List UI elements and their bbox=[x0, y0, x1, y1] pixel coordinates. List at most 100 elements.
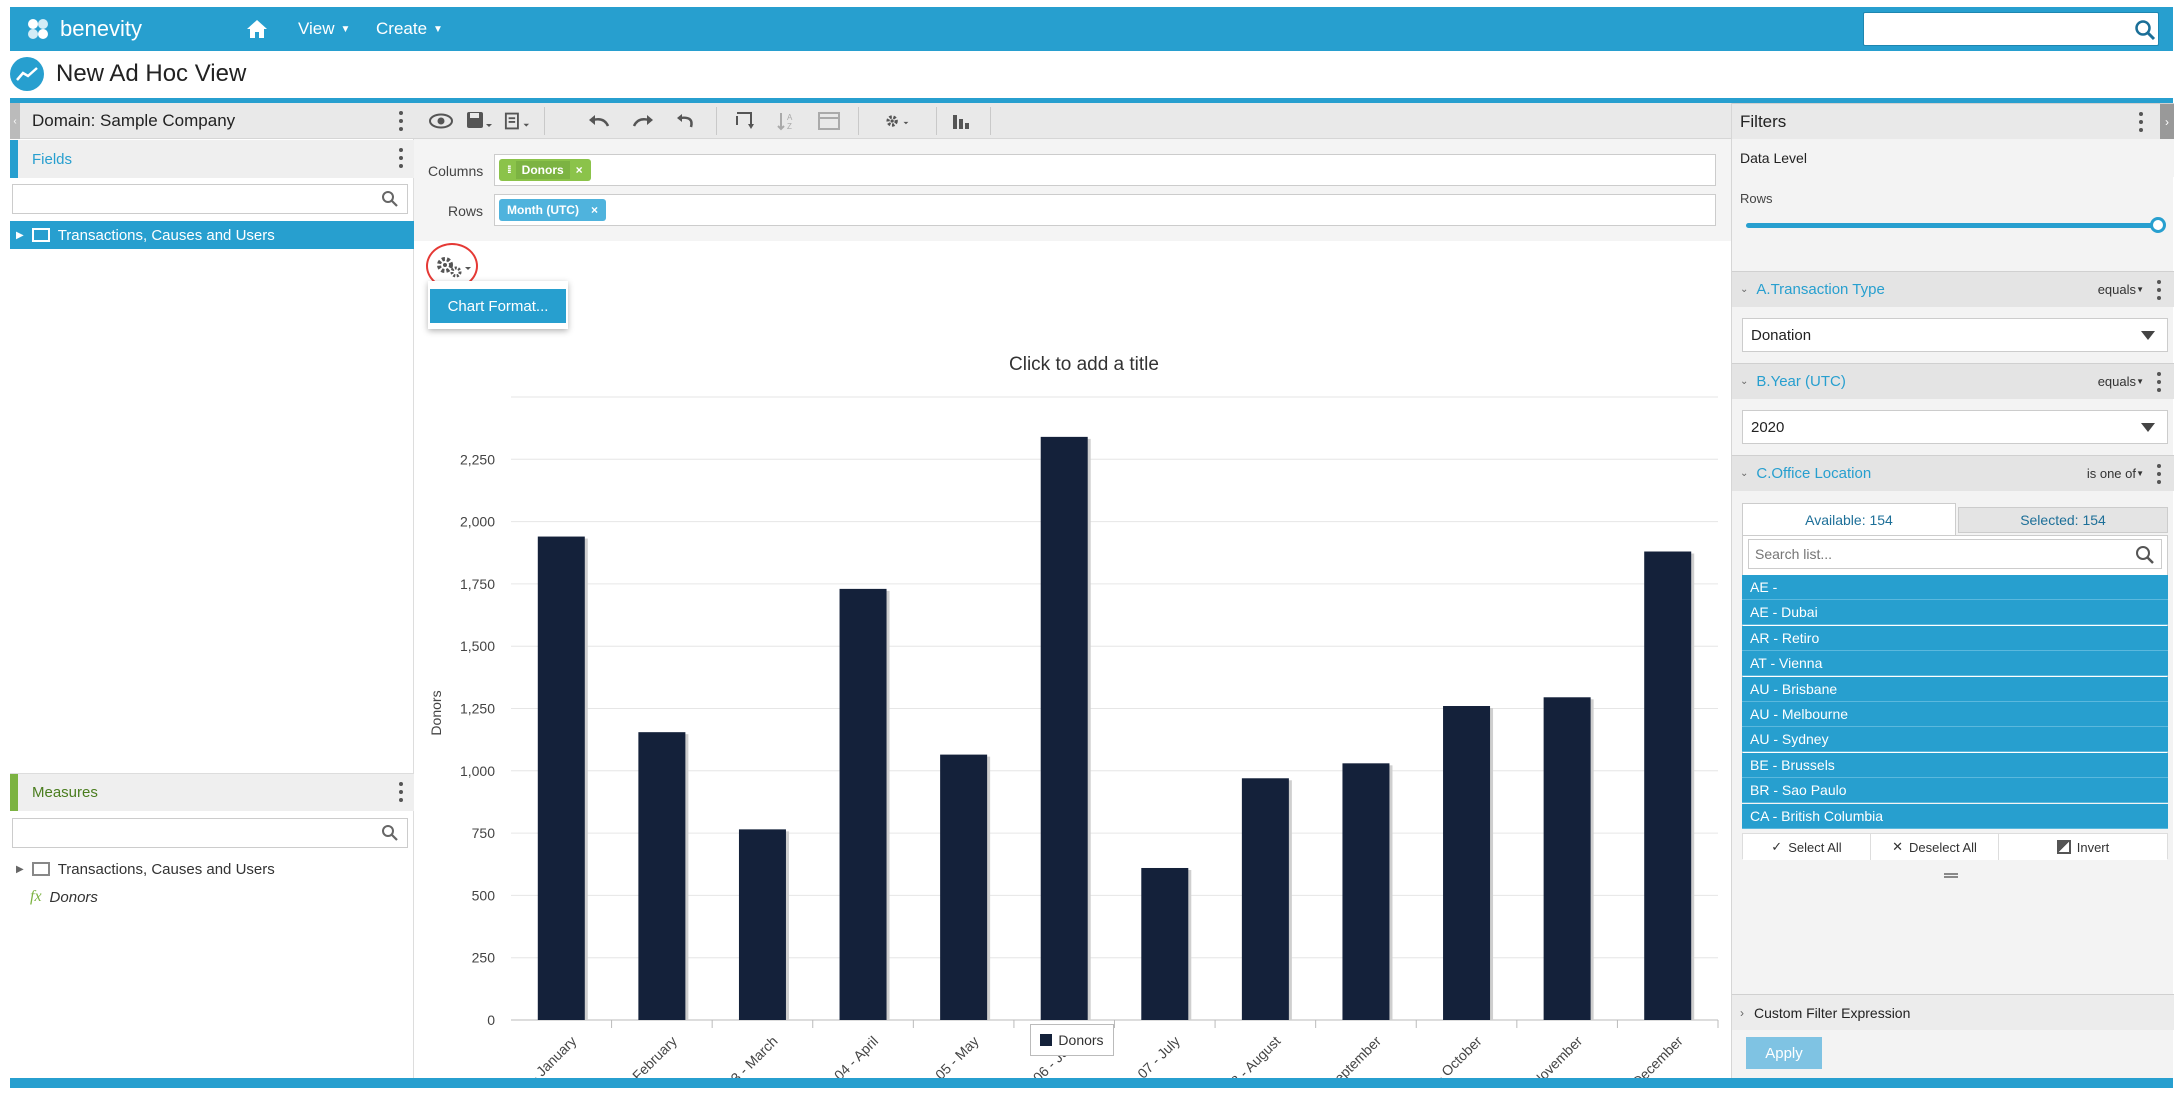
office-list-item[interactable]: CA - British Columbia bbox=[1742, 803, 2168, 829]
apply-button[interactable]: Apply bbox=[1746, 1037, 1822, 1069]
deselect-all-button[interactable]: ✕ Deselect All bbox=[1871, 834, 1999, 860]
fields-search-input[interactable] bbox=[13, 185, 373, 213]
transaction-type-select[interactable]: Donation bbox=[1742, 318, 2168, 352]
bar[interactable] bbox=[1644, 551, 1692, 1020]
custom-filter-label: Custom Filter Expression bbox=[1754, 1004, 1911, 1021]
chevron-down-icon: ▼ bbox=[2136, 285, 2144, 294]
remove-pill-icon[interactable]: × bbox=[576, 163, 583, 177]
bar[interactable] bbox=[940, 754, 988, 1020]
office-list-item[interactable]: AR - Retiro bbox=[1742, 625, 2168, 651]
office-list-item[interactable]: AE - bbox=[1742, 575, 2168, 600]
search-icon[interactable] bbox=[2134, 19, 2156, 41]
tree-item-transactions[interactable]: ▶ Transactions, Causes and Users bbox=[10, 221, 414, 249]
office-search-input[interactable] bbox=[1749, 540, 2119, 568]
office-list-item[interactable]: BE - Brussels bbox=[1742, 752, 2168, 778]
office-list-item[interactable]: AU - Brisbane bbox=[1742, 676, 2168, 702]
filter-transaction-type-header[interactable]: ⌄ A.Transaction Type equals ▼ bbox=[1732, 271, 2174, 307]
sort-icon[interactable]: AZ bbox=[774, 109, 800, 133]
rows-well[interactable]: Month (UTC) × bbox=[494, 194, 1716, 226]
save-icon[interactable] bbox=[466, 109, 492, 133]
tree-item-label: Transactions, Causes and Users bbox=[57, 226, 275, 244]
search-icon[interactable] bbox=[381, 190, 399, 208]
measure-tree-transactions[interactable]: ▶ Transactions, Causes and Users bbox=[10, 855, 414, 883]
chart-legend[interactable]: Donors bbox=[1030, 1024, 1114, 1056]
bar[interactable] bbox=[1342, 763, 1390, 1020]
redo-icon[interactable] bbox=[630, 109, 656, 133]
filter-operator[interactable]: equals bbox=[2098, 282, 2136, 297]
bar[interactable] bbox=[638, 732, 686, 1020]
remove-pill-icon[interactable]: × bbox=[591, 203, 598, 217]
chevron-down-icon[interactable]: ⌄ bbox=[1740, 468, 1748, 479]
rows-slider-handle[interactable] bbox=[2150, 217, 2166, 233]
home-button[interactable] bbox=[246, 7, 268, 51]
expand-arrow-icon[interactable]: ▶ bbox=[16, 230, 24, 241]
select-all-button[interactable]: ✓ Select All bbox=[1743, 834, 1871, 860]
rows-slider-track[interactable] bbox=[1746, 223, 2154, 228]
filter-operator[interactable]: is one of bbox=[2087, 466, 2136, 481]
collapse-left-icon[interactable]: ‹ bbox=[10, 103, 20, 139]
bar[interactable] bbox=[1241, 778, 1289, 1020]
filter-menu-icon[interactable] bbox=[2156, 280, 2162, 300]
create-menu[interactable]: Create ▼ bbox=[376, 7, 443, 51]
invert-button[interactable]: Invert bbox=[1999, 834, 2167, 860]
fields-menu-icon[interactable] bbox=[398, 148, 404, 168]
bar[interactable] bbox=[1443, 706, 1491, 1020]
undo-all-icon[interactable] bbox=[674, 109, 700, 133]
filter-year-header[interactable]: ⌄ B.Year (UTC) equals ▼ bbox=[1732, 363, 2174, 399]
filter-menu-icon[interactable] bbox=[2156, 372, 2162, 392]
bar[interactable] bbox=[1040, 436, 1088, 1020]
custom-filter-expression[interactable]: › Custom Filter Expression bbox=[1732, 994, 2174, 1030]
eye-icon[interactable] bbox=[428, 109, 454, 133]
undo-icon[interactable] bbox=[586, 109, 612, 133]
office-list-item[interactable]: AU - Melbourne bbox=[1742, 702, 2168, 727]
collapse-right-icon[interactable]: › bbox=[2160, 104, 2174, 140]
global-search-input[interactable] bbox=[1863, 12, 2159, 46]
view-menu[interactable]: View ▼ bbox=[298, 7, 350, 51]
fields-search[interactable] bbox=[12, 184, 408, 214]
toolbar-separator bbox=[936, 107, 937, 135]
column-pill-donors[interactable]: ⁞⁞ Donors × bbox=[499, 159, 591, 181]
settings-icon[interactable] bbox=[884, 109, 910, 133]
bar[interactable] bbox=[1141, 867, 1189, 1020]
expand-arrow-icon[interactable]: ▶ bbox=[16, 864, 24, 875]
filters-menu-icon[interactable] bbox=[2138, 112, 2144, 132]
office-list-item[interactable]: AE - Dubai bbox=[1742, 600, 2168, 626]
x-tick-label: 01 - January bbox=[513, 1033, 579, 1078]
measures-menu-icon[interactable] bbox=[398, 782, 404, 802]
switch-axes-icon[interactable] bbox=[732, 109, 758, 133]
search-icon[interactable] bbox=[2135, 545, 2155, 565]
chart-title[interactable]: Click to add a title bbox=[1009, 354, 1159, 375]
search-icon[interactable] bbox=[381, 824, 399, 842]
office-list-item[interactable]: BR - Sao Paulo bbox=[1742, 778, 2168, 804]
domain-menu-icon[interactable] bbox=[398, 111, 404, 131]
filter-menu-icon[interactable] bbox=[2156, 464, 2162, 484]
export-icon[interactable] bbox=[504, 109, 530, 133]
chevron-right-icon[interactable]: › bbox=[1740, 1006, 1744, 1020]
benevity-logo[interactable]: benevity bbox=[24, 15, 142, 43]
columns-well[interactable]: ⁞⁞ Donors × bbox=[494, 154, 1716, 186]
chevron-down-icon[interactable]: ⌄ bbox=[1740, 376, 1748, 387]
drag-handle-icon[interactable]: ⁞⁞ bbox=[507, 165, 511, 176]
row-pill-month[interactable]: Month (UTC) × bbox=[499, 199, 606, 221]
available-tab[interactable]: Available: 154 bbox=[1742, 503, 1956, 535]
bar[interactable] bbox=[738, 829, 786, 1020]
bar[interactable] bbox=[839, 588, 887, 1020]
select-all-label: Select All bbox=[1788, 839, 1842, 855]
bar[interactable] bbox=[1543, 697, 1591, 1020]
chevron-down-icon[interactable]: ⌄ bbox=[1740, 284, 1748, 295]
layout-icon[interactable] bbox=[816, 109, 842, 133]
toolbar-separator bbox=[858, 107, 859, 135]
selected-tab[interactable]: Selected: 154 bbox=[1958, 507, 2168, 533]
measures-search[interactable] bbox=[12, 818, 408, 848]
measure-donors[interactable]: fx Donors bbox=[10, 883, 414, 911]
chart-type-icon[interactable] bbox=[948, 109, 974, 133]
filter-office-location-header[interactable]: ⌄ C.Office Location is one of ▼ bbox=[1732, 455, 2174, 491]
bar[interactable] bbox=[537, 536, 585, 1020]
filter-operator[interactable]: equals bbox=[2098, 374, 2136, 389]
office-list-item[interactable]: AU - Sydney bbox=[1742, 727, 2168, 753]
measures-search-input[interactable] bbox=[13, 819, 373, 847]
office-list-item[interactable]: AT - Vienna bbox=[1742, 651, 2168, 677]
year-select[interactable]: 2020 bbox=[1742, 410, 2168, 444]
office-search[interactable] bbox=[1748, 539, 2162, 569]
resize-handle-icon[interactable] bbox=[1944, 873, 1958, 878]
